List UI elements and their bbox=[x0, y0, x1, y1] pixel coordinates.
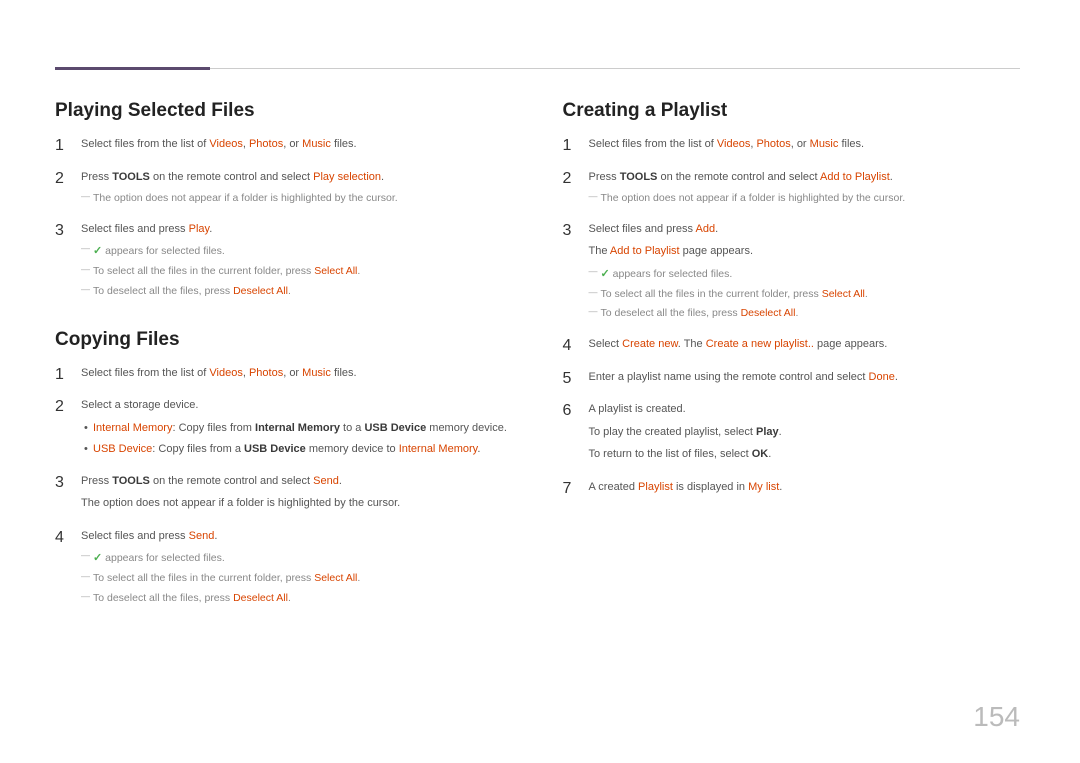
step-line: A playlist is created. bbox=[589, 401, 1021, 418]
step-note: To deselect all the files, press Deselec… bbox=[81, 591, 513, 607]
step-body: Select files and press Send. ✓ appears fo… bbox=[81, 528, 513, 611]
step-number: 3 bbox=[55, 473, 67, 492]
step-body: Select files from the list of Videos, Ph… bbox=[81, 136, 513, 159]
step-body: Select a storage device. Internal Memory:… bbox=[81, 397, 513, 463]
section-heading: Copying Files bbox=[55, 329, 513, 351]
right-column: Creating a Playlist 1 Select files from t… bbox=[563, 100, 1021, 620]
step-line: Select files and press Add. bbox=[589, 221, 1021, 238]
step-number: 1 bbox=[55, 365, 67, 384]
step: 4 Select files and press Send. ✓ appears f… bbox=[55, 528, 513, 611]
step-body: Press TOOLS on the remote control and se… bbox=[589, 169, 1021, 211]
step-number: 2 bbox=[55, 169, 67, 188]
step: 2 Press TOOLS on the remote control and s… bbox=[563, 169, 1021, 211]
step-note: To select all the files in the current f… bbox=[81, 264, 513, 280]
step-number: 1 bbox=[563, 136, 575, 155]
step-bullet: USB Device: Copy files from a USB Device… bbox=[81, 441, 513, 458]
step-line: The option does not appear if a folder i… bbox=[81, 495, 513, 512]
step-note: ✓ appears for selected files. bbox=[81, 243, 513, 260]
section-steps: 1 Select files from the list of Videos, P… bbox=[563, 136, 1021, 501]
step: 1 Select files from the list of Videos, P… bbox=[55, 136, 513, 159]
step-number: 7 bbox=[563, 479, 575, 498]
step-number: 5 bbox=[563, 369, 575, 388]
step-number: 4 bbox=[563, 336, 575, 355]
left-column: Playing Selected Files 1 Select files fro… bbox=[55, 100, 513, 620]
step-body: Select files from the list of Videos, Ph… bbox=[589, 136, 1021, 159]
step-line: Select Create new. The Create a new play… bbox=[589, 336, 1021, 353]
step-number: 2 bbox=[563, 169, 575, 188]
section-heading: Playing Selected Files bbox=[55, 100, 513, 122]
step-line: Select files and press Play. bbox=[81, 221, 513, 238]
section-steps: 1 Select files from the list of Videos, P… bbox=[55, 136, 513, 304]
step-number: 3 bbox=[563, 221, 575, 240]
step-note: To deselect all the files, press Deselec… bbox=[589, 306, 1021, 322]
step-number: 3 bbox=[55, 221, 67, 240]
step-note: ✓ appears for selected files. bbox=[589, 266, 1021, 283]
step-line: Select files from the list of Videos, Ph… bbox=[81, 136, 513, 153]
step-body: Select files from the list of Videos, Ph… bbox=[81, 365, 513, 388]
step-number: 1 bbox=[55, 136, 67, 155]
step: 3 Select files and press Play. ✓ appears f… bbox=[55, 221, 513, 304]
step: 6 A playlist is created. To play the creat… bbox=[563, 401, 1021, 469]
step: 1 Select files from the list of Videos, P… bbox=[563, 136, 1021, 159]
step-line: Press TOOLS on the remote control and se… bbox=[589, 169, 1021, 186]
step-body: Select files and press Add. The Add to Pl… bbox=[589, 221, 1021, 326]
step: 2 Press TOOLS on the remote control and s… bbox=[55, 169, 513, 211]
step-number: 2 bbox=[55, 397, 67, 416]
step-note: To deselect all the files, press Deselec… bbox=[81, 284, 513, 300]
step: 7 A created Playlist is displayed in My l… bbox=[563, 479, 1021, 502]
step-bullet: Internal Memory: Copy files from Interna… bbox=[81, 420, 513, 437]
step-body: A playlist is created. To play the create… bbox=[589, 401, 1021, 469]
step-line: The Add to Playlist page appears. bbox=[589, 243, 1021, 260]
step-line: Press TOOLS on the remote control and se… bbox=[81, 473, 513, 490]
step-body: Press TOOLS on the remote control and se… bbox=[81, 169, 513, 211]
step-number: 6 bbox=[563, 401, 575, 420]
step-number: 4 bbox=[55, 528, 67, 547]
content-columns: Playing Selected Files 1 Select files fro… bbox=[55, 100, 1020, 620]
step-body: Select Create new. The Create a new play… bbox=[589, 336, 1021, 359]
step-body: Enter a playlist name using the remote c… bbox=[589, 369, 1021, 392]
step: 4 Select Create new. The Create a new pla… bbox=[563, 336, 1021, 359]
page-number: 154 bbox=[973, 701, 1020, 733]
step-line: Select files from the list of Videos, Ph… bbox=[589, 136, 1021, 153]
step: 5 Enter a playlist name using the remote … bbox=[563, 369, 1021, 392]
step-note: The option does not appear if a folder i… bbox=[589, 191, 1021, 207]
step: 2 Select a storage device. Internal Memory… bbox=[55, 397, 513, 463]
section-steps: 1 Select files from the list of Videos, P… bbox=[55, 365, 513, 611]
step-line: To return to the list of files, select O… bbox=[589, 446, 1021, 463]
step-line: Press TOOLS on the remote control and se… bbox=[81, 169, 513, 186]
step-line: Select files and press Send. bbox=[81, 528, 513, 545]
step-line: Enter a playlist name using the remote c… bbox=[589, 369, 1021, 386]
step-note: To select all the files in the current f… bbox=[589, 287, 1021, 303]
step-body: Select files and press Play. ✓ appears fo… bbox=[81, 221, 513, 304]
step-line: Select files from the list of Videos, Ph… bbox=[81, 365, 513, 382]
step-line: A created Playlist is displayed in My li… bbox=[589, 479, 1021, 496]
step: 3 Press TOOLS on the remote control and s… bbox=[55, 473, 513, 518]
step-note: ✓ appears for selected files. bbox=[81, 550, 513, 567]
step-line: Select a storage device. bbox=[81, 397, 513, 414]
step: 1 Select files from the list of Videos, P… bbox=[55, 365, 513, 388]
section-heading: Creating a Playlist bbox=[563, 100, 1021, 122]
step-body: A created Playlist is displayed in My li… bbox=[589, 479, 1021, 502]
step: 3 Select files and press Add. The Add to P… bbox=[563, 221, 1021, 326]
step-line: To play the created playlist, select Pla… bbox=[589, 424, 1021, 441]
step-note: To select all the files in the current f… bbox=[81, 571, 513, 587]
step-note: The option does not appear if a folder i… bbox=[81, 191, 513, 207]
top-accent-bar bbox=[55, 67, 210, 70]
step-body: Press TOOLS on the remote control and se… bbox=[81, 473, 513, 518]
